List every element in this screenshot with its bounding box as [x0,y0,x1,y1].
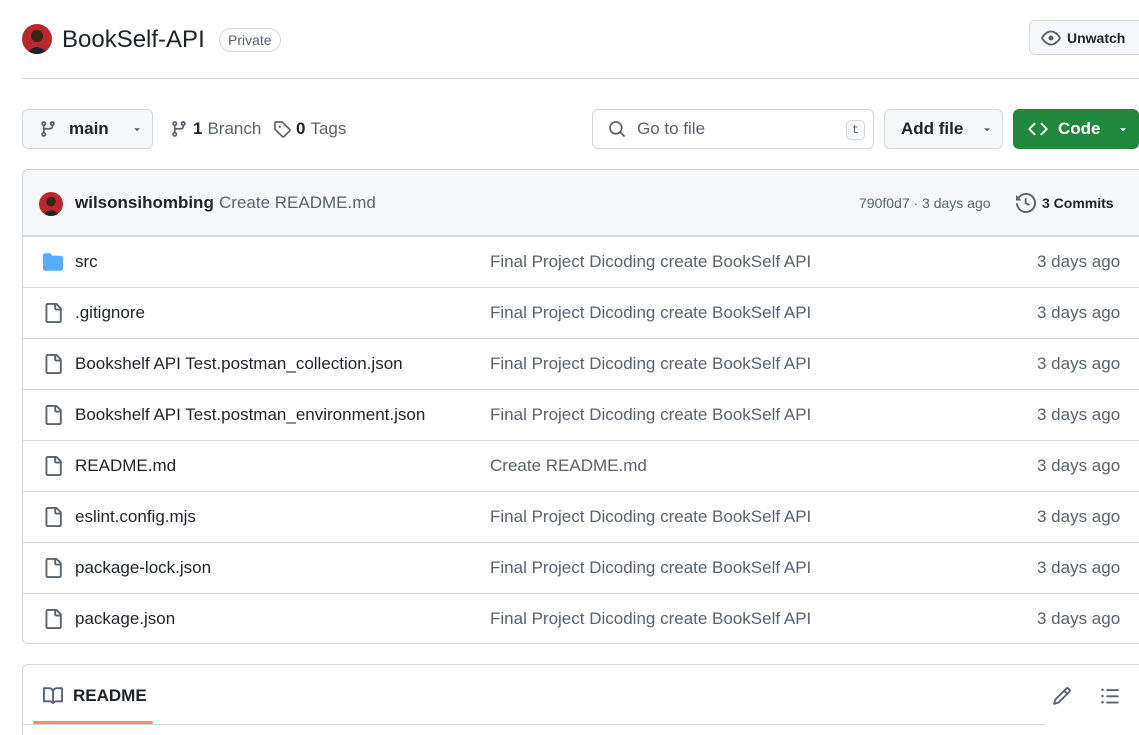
file-name-link[interactable]: eslint.config.mjs [75,506,196,528]
file-icon [43,507,63,527]
file-row[interactable]: package-lock.json Final Project Dicoding … [23,542,1139,593]
readme-divider [23,724,1045,725]
file-icon [43,354,63,374]
tags-link[interactable]: 0 Tags [273,117,346,141]
file-name-link[interactable]: Bookshelf API Test.postman_environment.j… [75,404,425,426]
branch-label: Branch [207,119,262,138]
readme-tab-label: README [73,686,147,705]
file-row[interactable]: package.json Final Project Dicoding creat… [23,593,1139,643]
file-icon [43,558,63,578]
triangle-down-icon [131,123,143,135]
list-unordered-icon [1100,686,1120,706]
file-icon [43,405,63,425]
add-file-button[interactable]: Add file [884,109,1003,149]
history-icon [1016,193,1036,213]
branch-selector[interactable]: main [22,109,153,149]
search-icon [608,120,626,138]
eye-icon [1041,28,1061,48]
file-updated-time: 3 days ago [1037,609,1121,628]
file-icon [43,456,63,476]
owner-avatar[interactable] [22,24,52,54]
file-updated-time: 3 days ago [1037,405,1121,424]
visibility-badge: Private [219,28,281,52]
file-updated-time: 3 days ago [1037,507,1121,526]
branch-count: 1 [193,119,203,138]
file-row[interactable]: Bookshelf API Test.postman_collection.js… [23,338,1139,389]
file-commit-message[interactable]: Final Project Dicoding create BookSelf A… [490,404,811,426]
tag-count: 0 [296,119,306,138]
book-icon [43,686,63,706]
repo-header: BookSelf-API Private Unwatch [0,0,1139,79]
file-commit-message[interactable]: Final Project Dicoding create BookSelf A… [490,353,811,375]
file-row[interactable]: src Final Project Dicoding create BookSel… [23,236,1139,287]
readme-panel: README [22,664,1139,735]
file-name-link[interactable]: Bookshelf API Test.postman_collection.js… [75,353,403,375]
add-file-label: Add file [901,119,964,138]
folder-icon [43,252,63,272]
commit-meta[interactable]: 790f0d7 · 3 days ago [859,194,991,212]
file-updated-time: 3 days ago [1037,303,1121,322]
file-name-link[interactable]: package-lock.json [75,557,211,579]
file-name-link[interactable]: README.md [75,455,176,477]
outline-button[interactable] [1099,685,1121,707]
git-branch-icon [170,120,188,138]
branches-link[interactable]: 1 Branch [170,117,261,141]
git-branch-icon [39,120,57,138]
commit-message[interactable]: Create README.md [219,192,376,214]
file-commit-message[interactable]: Final Project Dicoding create BookSelf A… [490,608,811,630]
file-updated-time: 3 days ago [1037,252,1121,271]
file-updated-time: 3 days ago [1037,354,1121,373]
file-updated-time: 3 days ago [1037,558,1121,577]
triangle-down-icon [1117,123,1129,135]
commits-link[interactable]: 3 Commits [1016,192,1114,214]
go-to-file-input[interactable]: Go to file t [592,109,874,149]
unwatch-label: Unwatch [1067,29,1126,46]
commit-author[interactable]: wilsonsihombing [75,192,214,214]
file-row[interactable]: .gitignore Final Project Dicoding create … [23,287,1139,338]
code-icon [1028,119,1048,139]
edit-readme-button[interactable] [1051,685,1073,707]
repo-name[interactable]: BookSelf-API [62,25,205,55]
header-divider [22,78,1139,79]
go-to-file-placeholder: Go to file [637,119,706,138]
file-row[interactable]: Bookshelf API Test.postman_environment.j… [23,389,1139,440]
readme-tab[interactable]: README [43,685,147,707]
file-row[interactable]: eslint.config.mjs Final Project Dicoding … [23,491,1139,542]
keyboard-shortcut: t [846,120,865,140]
commits-count: 3 Commits [1042,195,1114,211]
unwatch-button[interactable]: Unwatch [1029,20,1139,55]
file-name-link[interactable]: .gitignore [75,302,145,324]
pencil-icon [1052,686,1072,706]
tag-icon [273,120,291,138]
tag-label: Tags [310,119,347,138]
file-updated-time: 3 days ago [1037,456,1121,475]
file-icon [43,303,63,323]
latest-commit-bar: wilsonsihombing Create README.md 790f0d7… [23,170,1139,236]
file-icon [43,609,63,629]
triangle-down-icon [981,123,993,135]
code-label: Code [1058,119,1101,138]
file-row[interactable]: README.md Create README.md 3 days ago [23,440,1139,491]
file-table: wilsonsihombing Create README.md 790f0d7… [22,169,1139,644]
file-name-link[interactable]: package.json [75,608,175,630]
commit-author-avatar[interactable] [39,192,63,216]
code-button[interactable]: Code [1013,109,1139,149]
branch-name: main [69,119,109,138]
file-commit-message[interactable]: Final Project Dicoding create BookSelf A… [490,506,811,528]
file-commit-message[interactable]: Create README.md [490,455,647,477]
file-name-link[interactable]: src [75,251,98,273]
file-commit-message[interactable]: Final Project Dicoding create BookSelf A… [490,251,811,273]
file-commit-message[interactable]: Final Project Dicoding create BookSelf A… [490,557,811,579]
file-commit-message[interactable]: Final Project Dicoding create BookSelf A… [490,302,811,324]
